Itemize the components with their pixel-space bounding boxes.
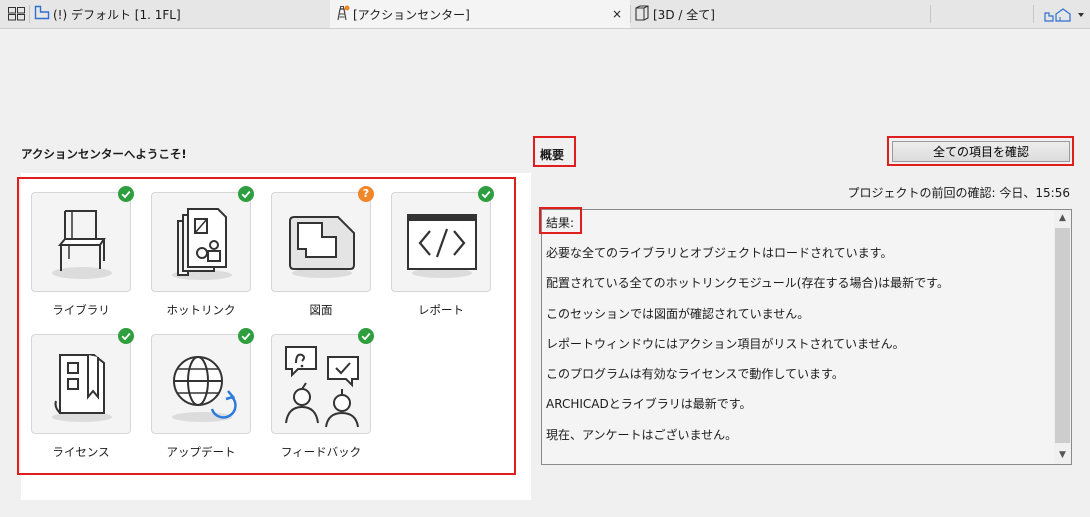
- report-code-icon: [407, 214, 477, 278]
- tile-library[interactable]: [31, 186, 134, 292]
- tab-separator: [930, 5, 931, 23]
- tab-label: [3D / 全て]: [653, 7, 715, 22]
- tile-update[interactable]: [151, 328, 254, 434]
- tab-floor-plan[interactable]: (!) デフォルト [1. 1FL]: [34, 0, 330, 28]
- results-title: 結果:: [546, 216, 575, 230]
- result-item-update: ARCHICADとライブラリは最新です。: [546, 397, 752, 411]
- result-item-report: レポートウィンドウにはアクション項目がリストされていません。: [546, 337, 905, 351]
- feedback-icon: [285, 346, 359, 428]
- tile-label-report: レポート: [418, 303, 464, 317]
- action-center-icon: [334, 5, 350, 24]
- scroll-up-arrow-icon[interactable]: ▲: [1054, 210, 1071, 227]
- tab-separator: [1033, 5, 1034, 23]
- license-icon: [52, 354, 112, 422]
- result-item-feedback: 現在、アンケートはございません。: [546, 428, 738, 442]
- tab-action-center[interactable]: [アクションセンター]: [330, 0, 630, 28]
- check-all-items-button[interactable]: 全ての項目を確認: [892, 141, 1070, 162]
- tile-drawings[interactable]: ?: [271, 186, 374, 292]
- status-ok-badge: [478, 186, 494, 202]
- tile-hotlink[interactable]: [151, 186, 254, 292]
- hotlink-icon: [172, 208, 232, 280]
- tile-label-drawings: 図面: [309, 303, 333, 317]
- tab-separator: [29, 5, 30, 23]
- tile-label-hotlink: ホットリンク: [166, 303, 236, 317]
- globe-update-icon: [172, 356, 237, 422]
- floor-plan-icon: [34, 5, 50, 23]
- tab-separator: [630, 5, 631, 23]
- result-item-drawings: このセッションでは図面が確認されていません。: [546, 307, 810, 321]
- last-check-status: プロジェクトの前回の確認: 今日、15:56: [847, 186, 1070, 200]
- 3d-view-icon: [634, 4, 650, 24]
- scrollbar-thumb[interactable]: [1055, 228, 1070, 443]
- results-box: 結果: 必要な全てのライブラリとオブジェクトはロードされています。 配置されてい…: [541, 209, 1072, 465]
- status-ok-badge: [118, 328, 134, 344]
- status-ok-badge: [118, 186, 134, 202]
- result-item-library: 必要な全てのライブラリとオブジェクトはロードされています。: [546, 246, 893, 260]
- tab-label: [アクションセンター]: [353, 7, 470, 22]
- scroll-down-arrow-icon[interactable]: ▼: [1054, 447, 1071, 464]
- tab-3d-view[interactable]: [3D / 全て]: [634, 0, 930, 28]
- tile-label-update: アップデート: [166, 445, 236, 459]
- status-ok-badge: [238, 328, 254, 344]
- drawing-icon: [289, 216, 355, 278]
- view-menu-icon[interactable]: [1044, 7, 1088, 26]
- overview-heading: 概要: [540, 148, 565, 162]
- tab-overview-icon[interactable]: [8, 7, 25, 24]
- status-ok-badge: [238, 186, 254, 202]
- results-scrollbar[interactable]: ▲ ▼: [1054, 210, 1071, 464]
- tile-report[interactable]: [391, 186, 494, 292]
- status-unknown-badge: ?: [358, 186, 374, 202]
- tile-label-feedback: フィードバック: [280, 445, 362, 459]
- tab-bar: (!) デフォルト [1. 1FL] [アクションセンター] × [3D / 全…: [0, 0, 1090, 29]
- tab-close-button[interactable]: ×: [612, 0, 622, 28]
- tab-label: (!) デフォルト [1. 1FL]: [53, 7, 181, 22]
- tile-feedback[interactable]: [271, 328, 374, 434]
- welcome-heading: アクションセンターへようこそ!: [21, 147, 187, 161]
- tile-license[interactable]: [31, 328, 134, 434]
- tile-label-library: ライブラリ: [52, 303, 110, 317]
- status-ok-badge: [358, 328, 374, 344]
- result-item-license: このプログラムは有効なライセンスで動作しています。: [546, 367, 844, 381]
- chair-icon: [52, 210, 112, 279]
- tile-label-license: ライセンス: [52, 445, 110, 459]
- result-item-hotlink: 配置されている全てのホットリンクモジュール(存在する場合)は最新です。: [546, 276, 949, 290]
